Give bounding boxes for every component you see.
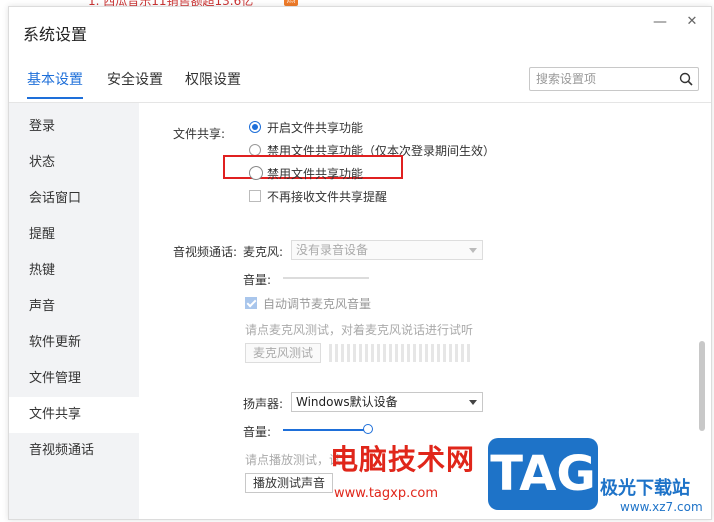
speaker-test-button[interactable]: 播放测试声音 <box>245 473 333 493</box>
mic-select[interactable]: 没有录音设备 <box>291 240 483 260</box>
speaker-volume-track[interactable] <box>283 429 365 431</box>
chevron-down-icon <box>469 400 477 405</box>
sidebar-item-hotkeys[interactable]: 热键 <box>9 253 139 289</box>
checkbox-auto-adjust-mic[interactable] <box>245 297 257 309</box>
search-box[interactable] <box>529 67 699 91</box>
speaker-label: 扬声器: <box>243 397 284 411</box>
settings-sidebar: 登录 状态 会话窗口 提醒 热键 声音 软件更新 文件管理 文件共享 音视频通话 <box>9 103 139 519</box>
tab-permission-settings[interactable]: 权限设置 <box>185 69 241 97</box>
watermark-url: www.tagxp.com <box>334 486 438 501</box>
search-icon[interactable] <box>679 72 693 86</box>
mic-label: 麦克风: <box>243 245 284 259</box>
option-auto-adjust-mic[interactable]: 自动调节麦克风音量 <box>263 295 371 312</box>
radio-disable-file-share[interactable] <box>249 166 263 180</box>
search-input[interactable] <box>536 68 674 90</box>
watermark-site-url: www.xz7.com <box>620 500 703 514</box>
av-call-label: 音视频通话: <box>173 245 238 259</box>
radio-enable-file-share[interactable] <box>249 121 261 133</box>
file-share-label: 文件共享: <box>173 127 226 141</box>
content-scrollbar[interactable] <box>699 341 705 431</box>
sidebar-item-chat-window[interactable]: 会话窗口 <box>9 181 139 217</box>
speaker-select-value: Windows默认设备 <box>296 395 398 409</box>
mic-volume-label: 音量: <box>243 273 272 287</box>
mic-volume-slider[interactable] <box>283 277 369 279</box>
tab-basic-settings[interactable]: 基本设置 <box>27 69 83 99</box>
tab-security-settings[interactable]: 安全设置 <box>107 69 163 97</box>
mic-test-hint: 请点麦克风测试，对着麦克风说话进行试听 <box>245 323 474 337</box>
sidebar-item-status[interactable]: 状态 <box>9 145 139 181</box>
minimize-button[interactable]: — <box>651 13 669 31</box>
speaker-test-hint: 请点播放测试，试 <box>245 453 342 467</box>
option-no-reminder[interactable]: 不再接收文件共享提醒 <box>267 188 387 205</box>
speaker-volume-label: 音量: <box>243 425 272 439</box>
watermark-cn: 电脑技术网 <box>330 443 476 476</box>
chevron-down-icon <box>469 248 477 253</box>
sidebar-item-reminder[interactable]: 提醒 <box>9 217 139 253</box>
option-disable-file-share[interactable]: 禁用文件共享功能 <box>267 165 363 182</box>
sidebar-item-sound[interactable]: 声音 <box>9 289 139 325</box>
mic-select-value: 没有录音设备 <box>296 243 369 257</box>
sidebar-item-file-sharing[interactable]: 文件共享 <box>9 397 139 433</box>
sidebar-item-software-update[interactable]: 软件更新 <box>9 325 139 361</box>
watermark-site: 极光下载站 <box>600 478 690 499</box>
window-title: 系统设置 <box>23 25 88 44</box>
sidebar-item-file-management[interactable]: 文件管理 <box>9 361 139 397</box>
checkbox-no-reminder[interactable] <box>249 190 261 202</box>
speaker-select[interactable]: Windows默认设备 <box>291 392 483 412</box>
speaker-volume-thumb[interactable] <box>363 424 373 434</box>
title-bar: 系统设置 — ✕ <box>9 7 711 59</box>
settings-tabs: 基本设置 安全设置 权限设置 <box>9 63 711 103</box>
close-button[interactable]: ✕ <box>683 13 701 31</box>
sidebar-item-av-call[interactable]: 音视频通话 <box>9 433 139 469</box>
option-enable-file-share[interactable]: 开启文件共享功能 <box>267 119 363 136</box>
watermark-tag-logo: TAG <box>488 438 598 510</box>
mic-level-meter <box>329 344 473 362</box>
sidebar-item-login[interactable]: 登录 <box>9 109 139 145</box>
mic-test-button[interactable]: 麦克风测试 <box>245 343 321 363</box>
